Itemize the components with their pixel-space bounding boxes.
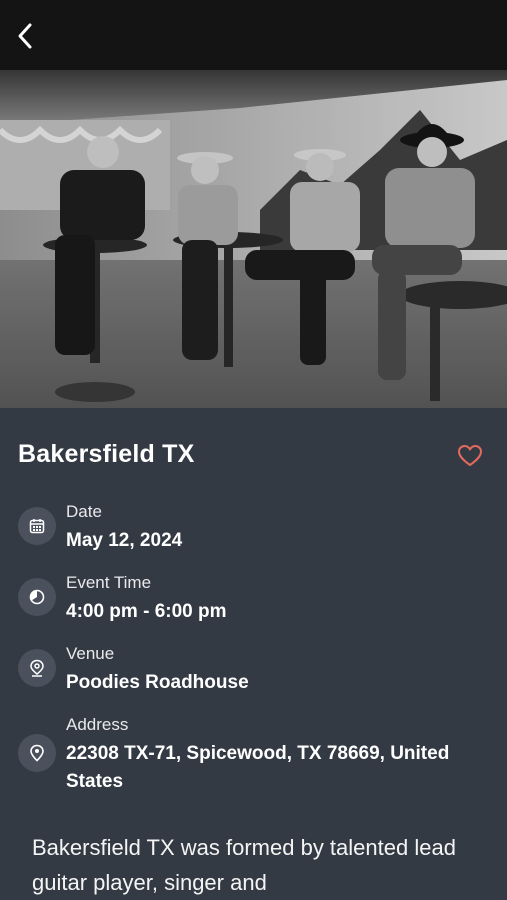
back-button[interactable] <box>10 20 40 52</box>
event-hero-image <box>0 70 507 408</box>
favorite-button[interactable] <box>452 438 488 474</box>
venue-value: Poodies Roadhouse <box>66 672 249 693</box>
event-time-value: 4:00 pm - 6:00 pm <box>66 601 227 622</box>
top-bar <box>0 0 507 70</box>
date-label: Date <box>66 502 102 521</box>
clock-icon-badge <box>18 578 56 616</box>
calendar-icon-badge <box>18 507 56 545</box>
location-pin-icon <box>30 659 44 677</box>
map-pin-icon <box>30 744 44 762</box>
date-value: May 12, 2024 <box>66 530 183 551</box>
event-description: Bakersfield TX was formed by talented le… <box>32 835 456 895</box>
calendar-icon <box>29 519 45 534</box>
clock-icon <box>29 589 45 605</box>
map-pin-icon-badge <box>18 734 56 772</box>
address-row: Address 22308 TX-71, Spicewood, TX 78669… <box>18 713 498 803</box>
event-time-label: Event Time <box>66 573 152 592</box>
event-time-row: Event Time 4:00 pm - 6:00 pm <box>18 571 498 631</box>
heart-outline-icon <box>458 445 482 466</box>
chevron-left-icon <box>18 23 32 49</box>
event-title-row: Bakersfield TX <box>18 438 488 474</box>
address-label: Address <box>66 715 129 734</box>
location-pin-icon-badge <box>18 649 56 687</box>
venue-row: Venue Poodies Roadhouse <box>18 642 498 702</box>
address-value[interactable]: 22308 TX-71, Spicewood, TX 78669, United… <box>66 740 466 796</box>
date-row: Date May 12, 2024 <box>18 500 498 560</box>
event-title: Bakersfield TX <box>18 440 195 468</box>
venue-label: Venue <box>66 644 115 663</box>
